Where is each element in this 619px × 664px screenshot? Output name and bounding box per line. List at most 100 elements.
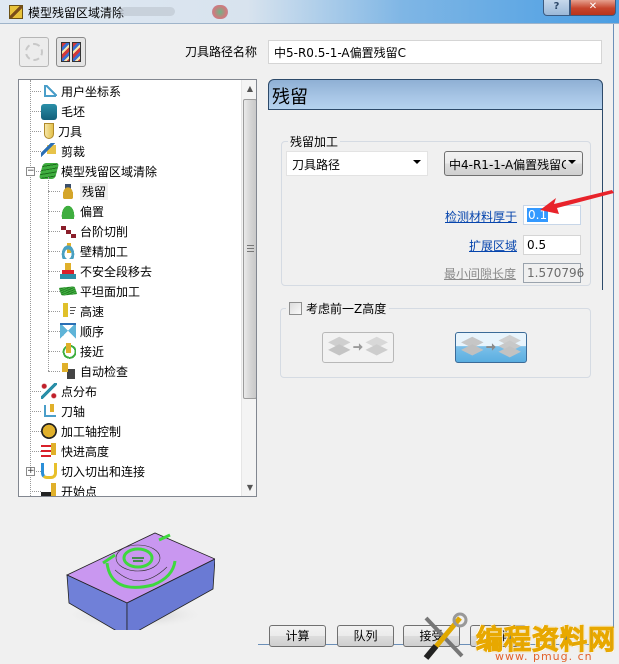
close-button[interactable]: ✕ bbox=[570, 0, 616, 16]
wall-finish-icon bbox=[60, 243, 76, 259]
tree-item[interactable]: 切入切出和连接 bbox=[41, 461, 145, 481]
scroll-up-arrow[interactable]: ▲ bbox=[242, 80, 256, 97]
tree-item[interactable]: 偏置 bbox=[60, 201, 104, 221]
tree-line bbox=[30, 411, 41, 412]
tree-item-label: 壁精加工 bbox=[80, 244, 129, 259]
expand-area-input[interactable]: 0.5 bbox=[523, 235, 581, 255]
z-option-single-button[interactable] bbox=[322, 332, 394, 363]
tree-item-label: 不安全段移去 bbox=[80, 264, 153, 279]
section-title: 残留 bbox=[272, 87, 308, 108]
previous-z-option[interactable]: 考虑前一Z高度 bbox=[286, 300, 390, 317]
z-option-multi-button[interactable] bbox=[455, 332, 527, 363]
tree-item-label: 刀轴 bbox=[61, 404, 86, 419]
layers-single-icon bbox=[328, 336, 388, 356]
tool-icon bbox=[44, 123, 54, 139]
tree-line bbox=[48, 311, 60, 312]
watermark-tools-icon bbox=[423, 612, 468, 660]
toolpath-name-label: 刀具路径名称 bbox=[185, 45, 258, 59]
chevron-down-icon bbox=[568, 160, 576, 164]
unsafe-segment-icon bbox=[60, 263, 76, 279]
tree-item[interactable]: 剪裁 bbox=[41, 141, 85, 161]
rest-machining-legend: 残留加工 bbox=[288, 133, 341, 150]
min-gap-input: 1.570796 bbox=[523, 263, 584, 283]
recycle-button[interactable] bbox=[19, 37, 49, 67]
tree-item[interactable]: 壁精加工 bbox=[60, 241, 128, 261]
tree-item[interactable]: 刀具 bbox=[41, 121, 82, 141]
tree-item[interactable]: 台阶切削 bbox=[60, 221, 128, 241]
tree-item-label: 点分布 bbox=[61, 384, 98, 399]
tree-item-label: 模型残留区域清除 bbox=[61, 164, 158, 179]
axis-control-icon bbox=[41, 423, 57, 439]
tree-line bbox=[48, 331, 60, 332]
tree-item-label: 用户坐标系 bbox=[61, 84, 122, 99]
rest-source-type-select[interactable]: 刀具路径 bbox=[286, 151, 428, 176]
tree-item[interactable]: 用户坐标系 bbox=[41, 81, 121, 101]
scroll-thumb[interactable] bbox=[243, 99, 256, 399]
queue-button[interactable]: 队列 bbox=[337, 625, 394, 647]
start-point-icon bbox=[41, 483, 57, 496]
section-header: 残留 bbox=[268, 79, 603, 110]
tree-line bbox=[30, 111, 41, 112]
flat-machining-icon bbox=[58, 286, 78, 296]
tree-item-label: 剪裁 bbox=[61, 144, 86, 159]
tree-scrollbar[interactable]: ▲ ▼ bbox=[241, 80, 256, 496]
tree-item[interactable]: 顺序 bbox=[60, 321, 104, 341]
tree-line bbox=[30, 491, 41, 492]
tree-item[interactable]: 毛坯 bbox=[41, 101, 85, 121]
tree-line bbox=[30, 131, 41, 132]
ucs-icon bbox=[41, 83, 57, 99]
tree-line bbox=[48, 351, 60, 352]
tree-line bbox=[30, 91, 41, 92]
tree-item[interactable]: 开始点 bbox=[41, 481, 98, 497]
scroll-down-arrow[interactable]: ▼ bbox=[242, 479, 256, 496]
title-bar: 模型残留区域清除 ? ✕ bbox=[0, 0, 619, 24]
tree-item[interactable]: 加工轴控制 bbox=[41, 421, 121, 441]
help-icon: ? bbox=[553, 1, 560, 12]
toolpath-name-input[interactable] bbox=[268, 40, 602, 64]
blurred-region bbox=[120, 7, 175, 16]
previous-z-checkbox[interactable] bbox=[289, 302, 302, 315]
tree-line bbox=[48, 371, 60, 372]
tree-item-label: 快进高度 bbox=[61, 444, 110, 459]
tree-item-label: 高速 bbox=[80, 304, 105, 319]
point-distribution-icon bbox=[41, 383, 57, 399]
reference-toolpath-select[interactable]: 中4-R1-1-A偏置残留C bbox=[444, 151, 583, 176]
tree-line bbox=[30, 391, 41, 392]
tree-line bbox=[30, 451, 41, 452]
app-icon bbox=[9, 5, 23, 19]
tree-item-label: 加工轴控制 bbox=[61, 424, 122, 439]
expand-area-label[interactable]: 扩展区域 bbox=[469, 237, 517, 254]
tree-item[interactable]: 自动检查 bbox=[60, 361, 128, 381]
high-speed-icon bbox=[60, 303, 76, 319]
tree-item-label: 顺序 bbox=[80, 324, 105, 339]
leads-links-icon bbox=[41, 463, 57, 479]
tree-item-label: 残留 bbox=[80, 182, 109, 200]
collapse-icon[interactable]: − bbox=[26, 167, 35, 176]
grip-icon bbox=[247, 245, 254, 252]
annotation-arrow-icon bbox=[540, 190, 614, 214]
tree-item[interactable]: 不安全段移去 bbox=[60, 261, 152, 281]
tree-item[interactable]: 模型残留区域清除 bbox=[38, 161, 158, 181]
chevron-down-icon bbox=[413, 160, 421, 164]
rest-icon bbox=[60, 183, 76, 199]
tree-item-label: 刀具 bbox=[58, 124, 83, 139]
rapid-height-icon bbox=[41, 443, 57, 459]
help-button[interactable]: ? bbox=[543, 0, 570, 16]
tree-item[interactable]: 接近 bbox=[60, 341, 104, 361]
tree-item-label: 切入切出和连接 bbox=[61, 464, 146, 479]
detect-thicker-label[interactable]: 检测材料厚于 bbox=[445, 208, 517, 225]
toolpath-pattern-button[interactable] bbox=[56, 37, 86, 67]
tree-item-label: 开始点 bbox=[61, 484, 98, 497]
tree-item-label: 自动检查 bbox=[80, 364, 129, 379]
tree-item[interactable]: 刀轴 bbox=[41, 401, 85, 421]
tree-item[interactable]: 平坦面加工 bbox=[58, 281, 140, 301]
rest-source-type-value: 刀具路径 bbox=[292, 158, 341, 172]
tree-item[interactable]: 高速 bbox=[60, 301, 104, 321]
tree-item[interactable]: 点分布 bbox=[41, 381, 97, 401]
tree-item[interactable]: 残留 bbox=[60, 181, 109, 201]
calculate-button[interactable]: 计算 bbox=[269, 625, 326, 647]
expand-icon[interactable]: + bbox=[26, 467, 35, 476]
strategy-preview-image bbox=[65, 532, 215, 630]
tree-item[interactable]: 快进高度 bbox=[41, 441, 109, 461]
auto-check-icon bbox=[60, 363, 76, 379]
